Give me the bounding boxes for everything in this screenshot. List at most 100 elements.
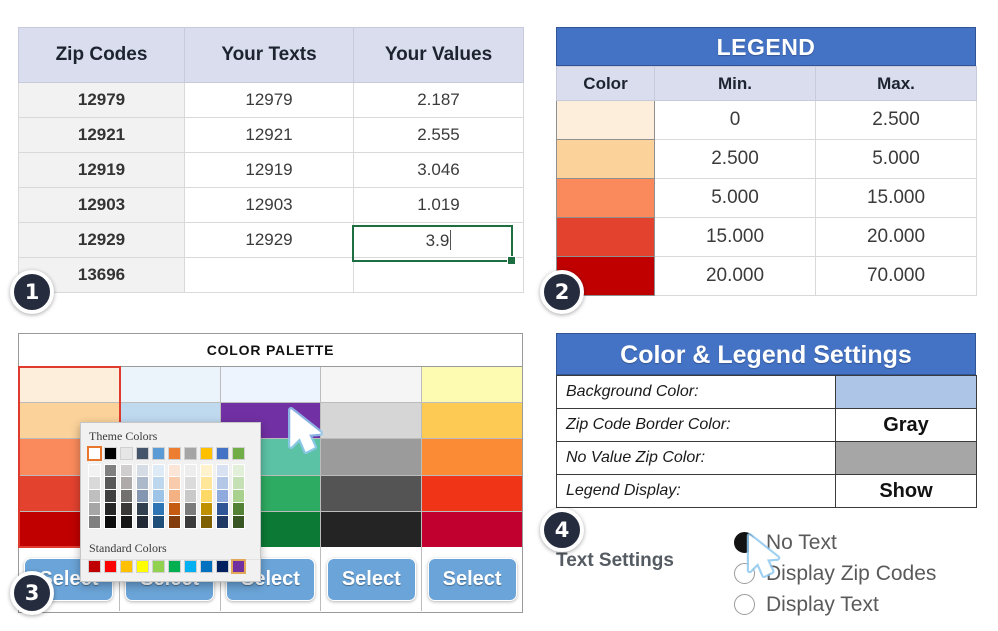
theme-shade-swatch-2-1[interactable]: [104, 464, 117, 477]
theme-shade-swatch-8-4[interactable]: [200, 503, 213, 516]
legend-max-value[interactable]: 2.500: [816, 101, 977, 140]
palette-swatch-5-5[interactable]: [422, 512, 522, 547]
radio-button-3[interactable]: [734, 594, 755, 615]
theme-shade-swatch-4-3[interactable]: [136, 490, 149, 503]
cell-your-value[interactable]: 2.555: [354, 118, 524, 153]
palette-swatch-2-1[interactable]: [120, 367, 220, 403]
standard-color-swatch-7[interactable]: [184, 560, 197, 573]
theme-shade-swatch-2-3[interactable]: [104, 490, 117, 503]
theme-shade-swatch-6-3[interactable]: [168, 490, 181, 503]
cell-your-text[interactable]: 12979: [185, 83, 354, 118]
theme-color-swatch-4[interactable]: [136, 447, 149, 460]
theme-shade-swatch-3-2[interactable]: [120, 477, 133, 490]
standard-color-swatch-4[interactable]: [136, 560, 149, 573]
theme-colors-top-row[interactable]: [88, 447, 253, 460]
theme-shade-swatch-8-5[interactable]: [200, 516, 213, 529]
theme-color-swatch-8[interactable]: [200, 447, 213, 460]
theme-color-swatch-1[interactable]: [88, 447, 101, 460]
theme-shade-swatch-10-2[interactable]: [232, 477, 245, 490]
theme-shade-swatch-5-5[interactable]: [152, 516, 165, 529]
theme-shade-swatch-1-5[interactable]: [88, 516, 101, 529]
radio-button-2[interactable]: [734, 563, 755, 584]
setting-color-swatch[interactable]: [836, 376, 977, 409]
theme-colors-shade-grid[interactable]: [81, 464, 260, 535]
legend-max-value[interactable]: 15.000: [816, 179, 977, 218]
legend-max-value[interactable]: 20.000: [816, 218, 977, 257]
standard-colors-row[interactable]: [88, 560, 253, 573]
legend-max-value[interactable]: 5.000: [816, 140, 977, 179]
cell-zip-code[interactable]: 12919: [19, 153, 185, 188]
theme-shade-swatch-3-3[interactable]: [120, 490, 133, 503]
setting-value[interactable]: Show: [836, 475, 977, 508]
legend-min-value[interactable]: 2.500: [655, 140, 816, 179]
theme-shade-swatch-6-5[interactable]: [168, 516, 181, 529]
theme-color-swatch-5[interactable]: [152, 447, 165, 460]
palette-swatch-4-1[interactable]: [321, 367, 421, 403]
theme-shade-swatch-6-4[interactable]: [168, 503, 181, 516]
theme-shade-swatch-2-2[interactable]: [104, 477, 117, 490]
select-button-5[interactable]: Select: [428, 558, 517, 601]
standard-color-swatch-10[interactable]: [232, 560, 245, 573]
cell-your-value[interactable]: [354, 258, 524, 293]
palette-swatch-1-1[interactable]: [19, 367, 119, 403]
palette-column-4[interactable]: [321, 367, 422, 547]
theme-shade-swatch-7-2[interactable]: [184, 477, 197, 490]
theme-shade-swatch-9-1[interactable]: [216, 464, 229, 477]
palette-swatch-5-1[interactable]: [422, 367, 522, 403]
palette-column-5[interactable]: [422, 367, 522, 547]
theme-color-swatch-3[interactable]: [120, 447, 133, 460]
theme-color-swatch-2[interactable]: [104, 447, 117, 460]
theme-shade-swatch-5-2[interactable]: [152, 477, 165, 490]
radio-button-1[interactable]: [734, 532, 755, 553]
theme-shade-swatch-7-4[interactable]: [184, 503, 197, 516]
legend-max-value[interactable]: 70.000: [816, 257, 977, 296]
theme-shade-swatch-1-1[interactable]: [88, 464, 101, 477]
theme-color-swatch-9[interactable]: [216, 447, 229, 460]
legend-min-value[interactable]: 20.000: [655, 257, 816, 296]
cell-your-value[interactable]: 3.046: [354, 153, 524, 188]
theme-shade-swatch-4-4[interactable]: [136, 503, 149, 516]
palette-swatch-4-5[interactable]: [321, 512, 421, 547]
palette-swatch-4-4[interactable]: [321, 476, 421, 512]
standard-color-swatch-8[interactable]: [200, 560, 213, 573]
palette-swatch-5-4[interactable]: [422, 476, 522, 512]
theme-shade-swatch-9-2[interactable]: [216, 477, 229, 490]
theme-shade-swatch-9-3[interactable]: [216, 490, 229, 503]
cell-your-text[interactable]: [185, 258, 354, 293]
standard-color-swatch-2[interactable]: [104, 560, 117, 573]
cell-your-value[interactable]: 1.019: [354, 188, 524, 223]
cell-zip-code[interactable]: 12929: [19, 223, 185, 258]
theme-shade-swatch-3-5[interactable]: [120, 516, 133, 529]
cell-your-value[interactable]: 2.187: [354, 83, 524, 118]
cell-zip-code[interactable]: 12979: [19, 83, 185, 118]
cell-your-text[interactable]: 12919: [185, 153, 354, 188]
theme-shade-swatch-4-1[interactable]: [136, 464, 149, 477]
theme-color-swatch-10[interactable]: [232, 447, 245, 460]
radio-row-1[interactable]: No Text: [734, 527, 936, 558]
legend-min-value[interactable]: 0: [655, 101, 816, 140]
text-settings-radio-group[interactable]: No TextDisplay Zip CodesDisplay Text: [734, 527, 936, 620]
theme-shade-swatch-8-2[interactable]: [200, 477, 213, 490]
radio-row-3[interactable]: Display Text: [734, 589, 936, 620]
theme-shade-swatch-9-4[interactable]: [216, 503, 229, 516]
palette-swatch-5-2[interactable]: [422, 403, 522, 439]
theme-shade-swatch-8-1[interactable]: [200, 464, 213, 477]
standard-color-swatch-6[interactable]: [168, 560, 181, 573]
palette-swatch-4-3[interactable]: [321, 439, 421, 475]
cell-zip-code[interactable]: 12903: [19, 188, 185, 223]
theme-shade-swatch-1-4[interactable]: [88, 503, 101, 516]
theme-shade-swatch-3-4[interactable]: [120, 503, 133, 516]
theme-shade-swatch-7-3[interactable]: [184, 490, 197, 503]
cell-your-text[interactable]: 12903: [185, 188, 354, 223]
theme-shade-swatch-6-1[interactable]: [168, 464, 181, 477]
theme-shade-swatch-4-2[interactable]: [136, 477, 149, 490]
standard-color-swatch-3[interactable]: [120, 560, 133, 573]
cell-your-text[interactable]: 12929: [185, 223, 354, 258]
theme-shade-swatch-10-3[interactable]: [232, 490, 245, 503]
palette-swatch-3-1[interactable]: [221, 367, 321, 403]
theme-shade-swatch-6-2[interactable]: [168, 477, 181, 490]
theme-shade-swatch-2-5[interactable]: [104, 516, 117, 529]
theme-shade-swatch-3-1[interactable]: [120, 464, 133, 477]
setting-color-swatch[interactable]: [836, 442, 977, 475]
theme-shade-swatch-4-5[interactable]: [136, 516, 149, 529]
